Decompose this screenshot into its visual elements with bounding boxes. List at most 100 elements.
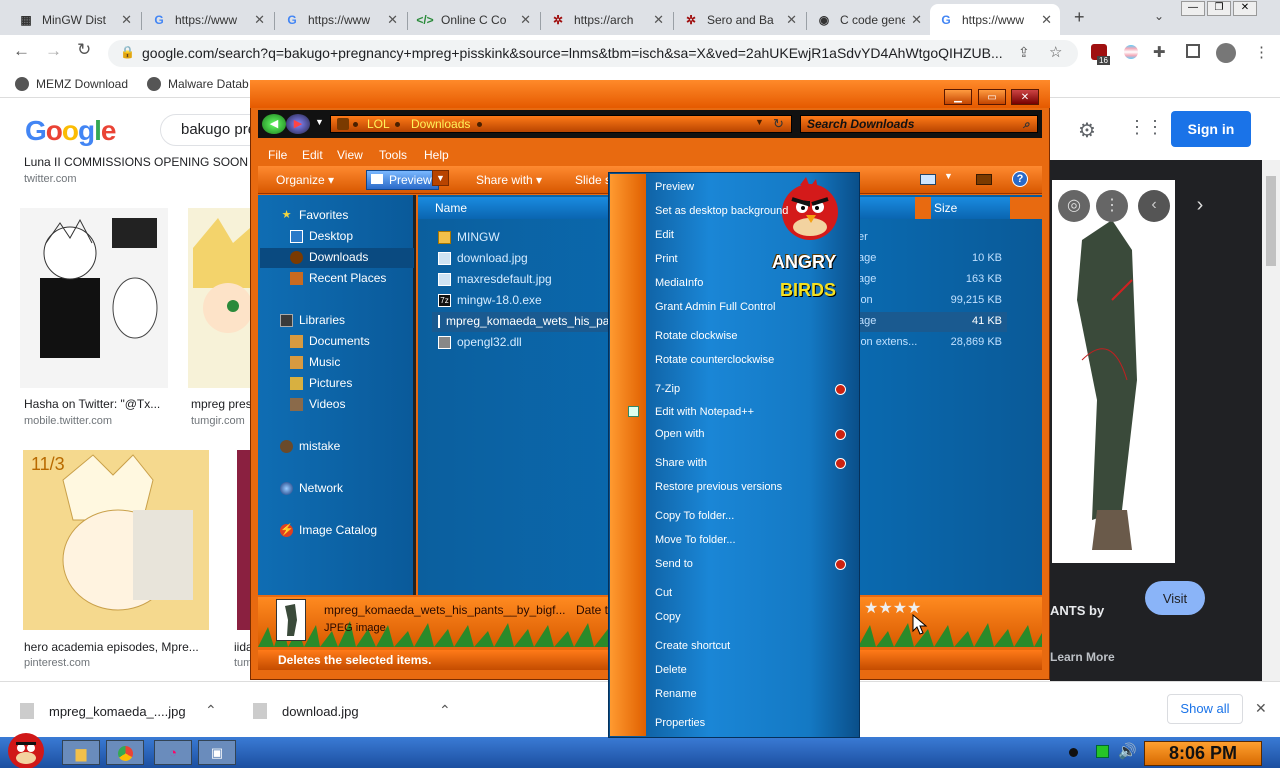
- result-caption[interactable]: hero academia episodes, Mpre...: [24, 640, 204, 654]
- result-thumbnail[interactable]: 11/3: [23, 450, 209, 630]
- menu-item-rename[interactable]: Rename: [655, 688, 697, 700]
- result-caption[interactable]: Hasha on Twitter: "@Tx...: [24, 397, 174, 411]
- file-row[interactable]: MINGW: [438, 230, 500, 244]
- bookmark-malware[interactable]: Malware Datab: [147, 77, 249, 91]
- result-thumbnail[interactable]: [20, 208, 168, 388]
- scrollbar-thumb[interactable]: [1266, 176, 1276, 266]
- paint-taskbar-icon[interactable]: ◔: [154, 740, 192, 765]
- taskbar-clock[interactable]: 8:06 PM: [1144, 741, 1262, 766]
- chevron-down-icon[interactable]: ▼: [315, 117, 324, 127]
- tab-google-2[interactable]: Ghttps://www ✕: [276, 4, 406, 35]
- result-caption[interactable]: Luna II COMMISSIONS OPENING SOON o: [24, 155, 250, 169]
- extension-flag-icon[interactable]: [1124, 45, 1138, 59]
- menu-item-restore-previous[interactable]: Restore previous versions: [655, 481, 782, 493]
- menu-edit[interactable]: Edit: [302, 148, 323, 162]
- explorer-search-input[interactable]: Search Downloads ⌕: [800, 115, 1038, 133]
- nav-desktop[interactable]: Desktop: [290, 229, 353, 243]
- search-icon[interactable]: ⌕: [1023, 117, 1030, 132]
- help-icon[interactable]: ?: [1012, 171, 1028, 187]
- breadcrumb-lol[interactable]: LOL: [367, 117, 390, 131]
- column-divider[interactable]: [1010, 197, 1042, 219]
- view-options-icon[interactable]: [920, 174, 936, 185]
- nav-recent-places[interactable]: Recent Places: [290, 271, 386, 285]
- forward-arrow-icon[interactable]: →: [45, 41, 62, 61]
- restore-button[interactable]: ❐: [1207, 1, 1231, 16]
- show-all-button[interactable]: Show all: [1167, 694, 1243, 724]
- file-row[interactable]: 7z mingw-18.0.exe: [438, 293, 542, 307]
- file-row-selected[interactable]: mpreg_komaeda_wets_his_pa: [438, 314, 608, 328]
- column-size-header[interactable]: Size: [934, 201, 957, 215]
- breadcrumb[interactable]: LOL Downloads ▼ ↻: [330, 115, 792, 133]
- menu-item-set-desktop-background[interactable]: Set as desktop background: [655, 205, 788, 217]
- tab-archive-1[interactable]: ✲ https://arch ✕: [542, 4, 672, 35]
- result-thumbnail[interactable]: [237, 450, 250, 630]
- nav-music[interactable]: Music: [290, 355, 340, 369]
- chevron-down-icon[interactable]: ▼: [944, 171, 953, 181]
- page-scrollbar[interactable]: [1262, 160, 1280, 681]
- organize-button[interactable]: Organize ▾: [276, 173, 334, 187]
- menu-item-preview[interactable]: Preview: [655, 181, 694, 193]
- forward-arrow-icon[interactable]: ▶: [286, 114, 310, 134]
- google-logo[interactable]: Google: [25, 115, 116, 147]
- tab-mingw[interactable]: ▦ MinGW Dist ✕: [10, 4, 140, 35]
- explorer-close-button[interactable]: ✕: [1011, 89, 1039, 105]
- menu-help[interactable]: Help: [424, 148, 449, 162]
- column-name-header[interactable]: Name: [435, 201, 467, 215]
- nav-mistake[interactable]: mistake: [280, 439, 340, 453]
- menu-item-properties[interactable]: Properties: [655, 717, 705, 729]
- back-arrow-icon[interactable]: ←: [13, 41, 30, 61]
- angry-birds-start-button[interactable]: [4, 729, 48, 768]
- menu-item-grant-admin[interactable]: Grant Admin Full Control: [655, 301, 775, 313]
- tab-online-c[interactable]: </> Online C Co ✕: [409, 4, 539, 35]
- side-panel-icon[interactable]: [1186, 44, 1200, 58]
- chrome-taskbar-icon[interactable]: [106, 740, 144, 765]
- reload-icon[interactable]: ↻: [77, 40, 91, 60]
- volume-icon[interactable]: 🔊: [1118, 742, 1137, 760]
- control-panel-taskbar-icon[interactable]: ▣: [198, 740, 236, 765]
- chevron-down-icon[interactable]: ▼: [755, 117, 764, 127]
- settings-gear-icon[interactable]: ⚙: [1078, 118, 1096, 143]
- nav-documents[interactable]: Documents: [290, 334, 370, 348]
- download-item[interactable]: download.jpg: [282, 704, 359, 719]
- explorer-maximize-button[interactable]: ▭: [978, 89, 1006, 105]
- file-row[interactable]: download.jpg: [438, 251, 528, 265]
- address-bar[interactable]: 🔒 google.com/search?q=bakugo+pregnancy+m…: [108, 40, 1078, 67]
- file-row[interactable]: opengl32.dll: [438, 335, 522, 349]
- share-icon[interactable]: ⇪: [1018, 44, 1030, 61]
- bookmark-star-icon[interactable]: ☆: [1049, 43, 1062, 61]
- menu-file[interactable]: File: [268, 148, 287, 162]
- menu-item-copy[interactable]: Copy: [655, 611, 681, 623]
- close-icon[interactable]: ✕: [1255, 700, 1267, 717]
- bookmark-memz[interactable]: MEMZ Download: [15, 77, 128, 91]
- menu-item-share-with[interactable]: Share with: [655, 457, 707, 469]
- nav-favorites[interactable]: ★ Favorites: [280, 208, 349, 222]
- column-divider[interactable]: [915, 197, 931, 219]
- nav-libraries[interactable]: Libraries: [280, 313, 345, 327]
- more-options-icon[interactable]: ⋮: [1096, 190, 1128, 222]
- menu-item-rotate-clockwise[interactable]: Rotate clockwise: [655, 330, 738, 342]
- close-icon[interactable]: ✕: [254, 12, 265, 28]
- nav-image-catalog[interactable]: ⚡ Image Catalog: [280, 523, 377, 537]
- menu-item-move-to-folder[interactable]: Move To folder...: [655, 534, 736, 546]
- result-caption[interactable]: iida: [234, 640, 250, 654]
- share-with-button[interactable]: Share with ▾: [476, 173, 542, 187]
- network-tray-icon[interactable]: [1096, 745, 1109, 758]
- file-explorer-taskbar-icon[interactable]: ▆: [62, 740, 100, 765]
- preview-dropdown-button[interactable]: ▼: [432, 170, 449, 186]
- tray-dot-icon[interactable]: [1069, 748, 1078, 757]
- menu-view[interactable]: View: [337, 148, 363, 162]
- refresh-icon[interactable]: ↻: [773, 116, 784, 132]
- slideshow-button[interactable]: Slide s: [575, 173, 611, 187]
- file-row[interactable]: maxresdefault.jpg: [438, 272, 552, 286]
- tab-codegen[interactable]: ◉ C code gene ✕: [808, 4, 930, 35]
- visit-button[interactable]: Visit: [1145, 581, 1205, 615]
- new-tab-button[interactable]: +: [1074, 7, 1085, 28]
- nav-pictures[interactable]: Pictures: [290, 376, 352, 390]
- close-window-button[interactable]: ✕: [1233, 1, 1257, 16]
- menu-item-print[interactable]: Print: [655, 253, 678, 265]
- tab-search-icon[interactable]: ⌄: [1154, 9, 1164, 23]
- tab-archive-2[interactable]: ✲ Sero and Ba ✕: [675, 4, 805, 35]
- explorer-minimize-button[interactable]: ▁: [944, 89, 972, 105]
- result-thumbnail[interactable]: [188, 208, 253, 388]
- learn-more-link[interactable]: Learn More: [1050, 650, 1115, 664]
